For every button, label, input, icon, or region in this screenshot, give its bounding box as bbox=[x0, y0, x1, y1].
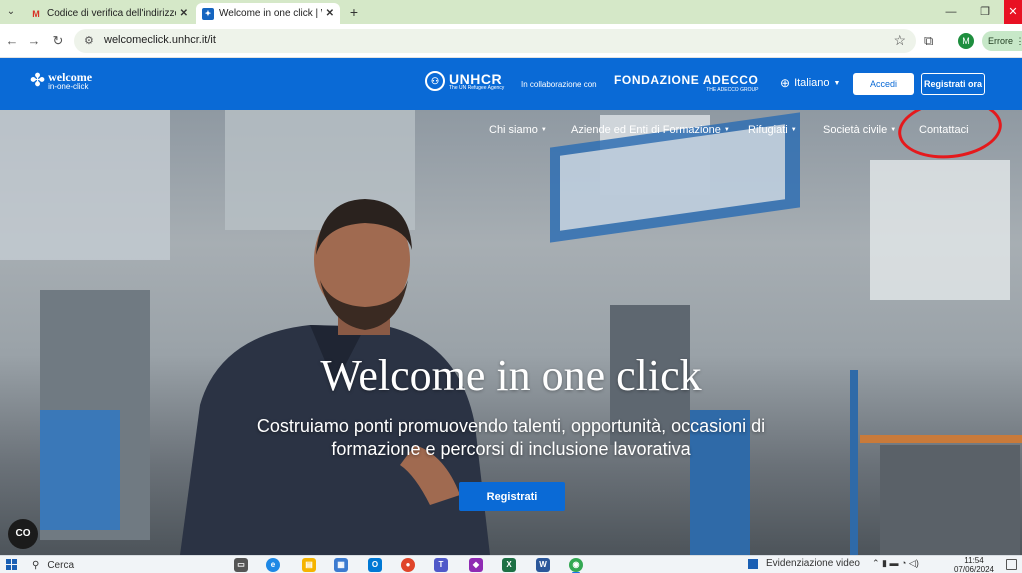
news-icon bbox=[748, 558, 758, 569]
logo-mark-icon: ✤ bbox=[30, 70, 46, 90]
edge-icon[interactable]: e bbox=[266, 558, 280, 572]
word-icon[interactable]: W bbox=[536, 558, 550, 572]
site-header: ✤ welcome in-one-click ⚇ UNHCR The UN Re… bbox=[0, 58, 1022, 110]
nav-societa-civile[interactable]: Società civile ▼ bbox=[823, 124, 896, 136]
bg-shelf bbox=[860, 435, 1022, 443]
unhcr-name: UNHCR bbox=[449, 70, 503, 87]
clock-time: 11:54 bbox=[964, 556, 984, 565]
back-icon[interactable]: ← bbox=[4, 33, 20, 49]
bg-bench bbox=[880, 445, 1020, 555]
bg-board-panel bbox=[560, 124, 785, 231]
news-label: Evidenziazione video bbox=[766, 558, 860, 569]
site-icon: ✦ bbox=[202, 7, 214, 20]
hero-subtitle-line2: formazione e percorsi di inclusione lavo… bbox=[331, 439, 691, 459]
hero-section: Chi siamo ▼ Aziende ed Enti di Formazione… bbox=[0, 110, 1022, 555]
error-button[interactable]: Errore ⋮ bbox=[982, 31, 1022, 51]
language-selector[interactable]: ⊕ Italiano ▼ bbox=[780, 76, 840, 90]
logo-line2: in-one-click bbox=[48, 81, 89, 91]
new-tab-button[interactable]: + bbox=[346, 4, 362, 20]
gmail-icon: M bbox=[32, 8, 40, 19]
nav-label: Rifugiati bbox=[748, 124, 788, 136]
nav-label: Società civile bbox=[823, 124, 888, 136]
site-info-icon[interactable]: ⚙ bbox=[84, 34, 94, 47]
search-placeholder: Cerca bbox=[47, 559, 75, 571]
extensions-icon[interactable]: ⧉ bbox=[924, 33, 933, 49]
app-icon[interactable]: ● bbox=[401, 558, 415, 572]
bookmark-star-icon[interactable]: ☆ bbox=[893, 32, 906, 49]
taskbar-search[interactable]: ⚲ Cerca bbox=[32, 558, 212, 572]
nav-label: Aziende ed Enti di Formazione bbox=[571, 124, 721, 136]
outlook-icon[interactable]: O bbox=[368, 558, 382, 572]
browser-tab-gmail[interactable]: M Codice di verifica dell'indirizzo ✕ bbox=[24, 3, 194, 24]
store-icon[interactable]: ▦ bbox=[334, 558, 348, 572]
address-bar: ← → ↻ ⚙ welcomeclick.unhcr.it/it ☆ ⧉ M E… bbox=[0, 24, 1022, 58]
windows-start-icon[interactable] bbox=[6, 559, 18, 571]
nav-label: Chi siamo bbox=[489, 124, 538, 136]
notification-icon[interactable] bbox=[1006, 559, 1017, 570]
nav-rifugiati[interactable]: Rifugiati ▼ bbox=[748, 124, 797, 136]
close-tab-icon[interactable]: ✕ bbox=[180, 8, 188, 19]
unhcr-emblem-icon: ⚇ bbox=[425, 71, 445, 91]
minimize-icon[interactable]: — bbox=[936, 0, 966, 24]
clock-date: 07/06/2024 bbox=[953, 565, 995, 573]
file-explorer-icon[interactable]: ▤ bbox=[302, 558, 316, 572]
language-label: Italiano bbox=[794, 77, 830, 89]
globe-icon: ⊕ bbox=[780, 76, 791, 90]
red-circle-annotation bbox=[895, 110, 1005, 164]
excel-icon[interactable]: X bbox=[502, 558, 516, 572]
hero-subtitle-line1: Costruiamo ponti promuovendo talenti, op… bbox=[256, 416, 766, 436]
search-icon: ⚲ bbox=[32, 559, 40, 571]
chevron-down-icon: ▼ bbox=[723, 127, 730, 134]
teams-icon[interactable]: T bbox=[434, 558, 448, 572]
logo-line1: welcome bbox=[48, 69, 93, 84]
browser-tab-welcome[interactable]: ✦ Welcome in one click | Welcome ✕ bbox=[196, 3, 340, 24]
login-button[interactable]: Accedi bbox=[853, 73, 914, 95]
bg-window bbox=[0, 110, 170, 260]
hero-title: Welcome in one click bbox=[320, 351, 702, 400]
nav-chi-siamo[interactable]: Chi siamo ▼ bbox=[489, 124, 547, 136]
system-tray[interactable]: ⌃ ▮ ▬ ◔ ◁) bbox=[872, 558, 919, 569]
task-view-icon[interactable]: ▭ bbox=[234, 558, 248, 572]
tab-title: Codice di verifica dell'indirizzo bbox=[47, 8, 176, 19]
chevron-down-icon: ▼ bbox=[833, 79, 841, 87]
unhcr-tagline: The UN Refugee Agency bbox=[449, 84, 505, 91]
partner-name: FONDAZIONE ADECCO bbox=[614, 73, 759, 87]
chevron-down-icon: ▼ bbox=[540, 127, 547, 134]
accessibility-button[interactable]: CO bbox=[8, 519, 38, 549]
tab-search-icon[interactable]: ⌄ bbox=[4, 5, 18, 19]
close-tab-icon[interactable]: ✕ bbox=[326, 8, 334, 19]
tab-title: Welcome in one click | Welcome bbox=[219, 8, 322, 19]
chrome-icon[interactable]: ◉ bbox=[569, 558, 583, 573]
partner-tagline: THE ADECCO GROUP bbox=[706, 87, 759, 93]
news-widget[interactable]: Evidenziazione video bbox=[748, 558, 860, 569]
url-text[interactable]: welcomeclick.unhcr.it/it bbox=[104, 34, 216, 46]
hero-subtitle: Costruiamo ponti promuovendo talenti, op… bbox=[230, 415, 792, 461]
os-taskbar: ⚲ Cerca ▭ e ▤ ▦ O ● T ◆ X W ◉ Evidenziaz… bbox=[0, 555, 1022, 573]
nav-aziende[interactable]: Aziende ed Enti di Formazione ▼ bbox=[571, 124, 730, 136]
chevron-down-icon: ▼ bbox=[790, 127, 797, 134]
chevron-down-icon: ▼ bbox=[890, 127, 897, 134]
browser-tab-strip: ⌄ M Codice di verifica dell'indirizzo ✕ … bbox=[0, 0, 1022, 24]
register-cta-button[interactable]: Registrati bbox=[459, 482, 565, 511]
register-now-button[interactable]: Registrati ora bbox=[921, 73, 985, 95]
close-window-icon[interactable]: ✕ bbox=[1004, 0, 1022, 24]
welcome-logo[interactable]: ✤ welcome in-one-click bbox=[30, 70, 92, 91]
error-label: Errore bbox=[988, 36, 1014, 46]
unhcr-logo[interactable]: ⚇ UNHCR The UN Refugee Agency bbox=[425, 71, 504, 91]
omnibox[interactable]: ⚙ welcomeclick.unhcr.it/it ☆ bbox=[74, 29, 916, 53]
adecco-logo[interactable]: FONDAZIONE ADECCO THE ADECCO GROUP bbox=[614, 74, 758, 93]
profile-avatar[interactable]: M bbox=[958, 33, 974, 49]
collab-text: In collaborazione con bbox=[521, 80, 597, 89]
forward-icon[interactable]: → bbox=[26, 33, 42, 49]
taskbar-clock[interactable]: 11:54 07/06/2024 bbox=[950, 556, 998, 573]
app2-icon[interactable]: ◆ bbox=[469, 558, 483, 572]
maximize-icon[interactable]: ❐ bbox=[970, 0, 1000, 24]
bg-poster bbox=[870, 160, 1010, 300]
bg-machine-blue bbox=[40, 410, 120, 530]
reload-icon[interactable]: ↻ bbox=[50, 33, 66, 49]
